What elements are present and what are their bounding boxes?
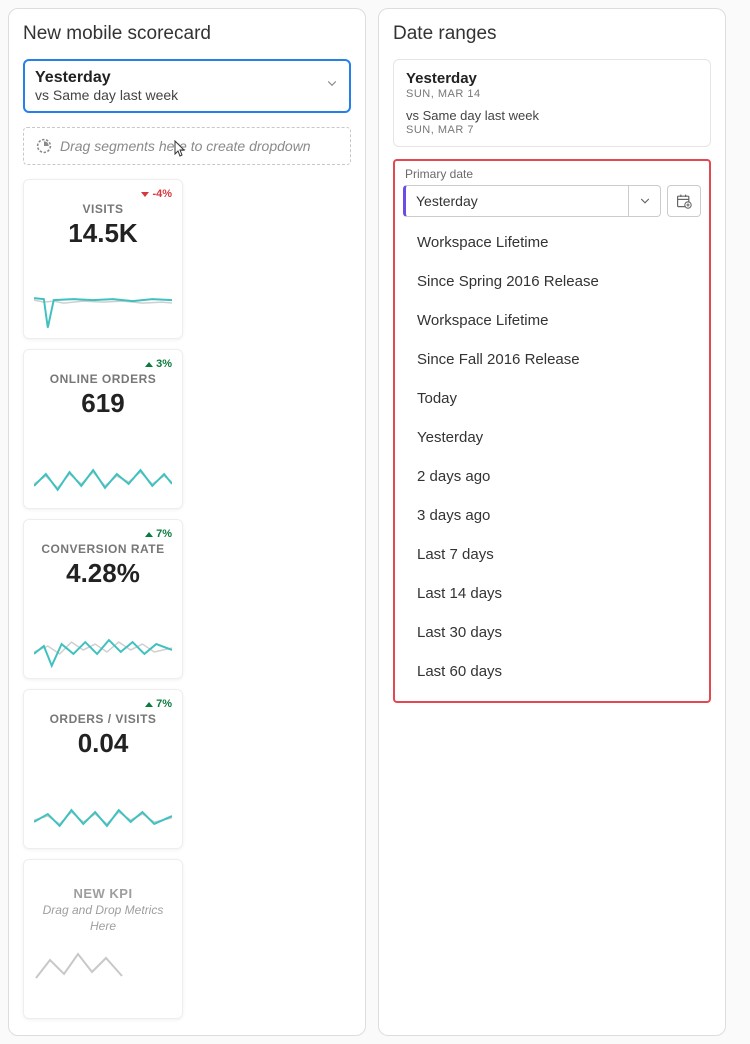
trend-badge: 7% bbox=[145, 698, 172, 710]
date-option[interactable]: Since Spring 2016 Release bbox=[403, 262, 701, 301]
date-range-summary[interactable]: Yesterday SUN, MAR 14 vs Same day last w… bbox=[393, 59, 711, 147]
scorecard-title: New mobile scorecard bbox=[23, 23, 351, 45]
chevron-down-icon bbox=[628, 186, 660, 216]
date-range-secondary: vs Same day last week bbox=[35, 87, 339, 103]
summary-compare-sub: SUN, MAR 7 bbox=[406, 124, 698, 136]
date-option[interactable]: Workspace Lifetime bbox=[403, 223, 701, 262]
date-ranges-title: Date ranges bbox=[393, 23, 711, 45]
summary-primary-sub: SUN, MAR 14 bbox=[406, 88, 698, 100]
metric-value: 0.04 bbox=[34, 728, 172, 759]
metric-card-conversion-rate[interactable]: 7% CONVERSION RATE 4.28% bbox=[23, 519, 183, 679]
metric-label: ORDERS / VISITS bbox=[34, 712, 172, 726]
primary-date-options: Workspace Lifetime Since Spring 2016 Rel… bbox=[403, 223, 701, 691]
calendar-add-button[interactable] bbox=[667, 185, 701, 217]
cursor-icon bbox=[174, 140, 188, 161]
date-option[interactable]: Yesterday bbox=[403, 418, 701, 457]
date-option[interactable]: Last 30 days bbox=[403, 613, 701, 652]
metric-card-online-orders[interactable]: 3% ONLINE ORDERS 619 bbox=[23, 349, 183, 509]
date-ranges-panel: Date ranges Yesterday SUN, MAR 14 vs Sam… bbox=[378, 8, 726, 1036]
new-kpi-title: NEW KPI bbox=[34, 886, 172, 901]
scorecard-cards: -4% VISITS 14.5K 3% ONLINE ORDERS 619 bbox=[23, 179, 351, 1019]
primary-date-selected: Yesterday bbox=[406, 186, 628, 216]
metric-card-orders-visits[interactable]: 7% ORDERS / VISITS 0.04 bbox=[23, 689, 183, 849]
sparkline bbox=[34, 589, 172, 672]
date-option[interactable]: Last 60 days bbox=[403, 652, 701, 691]
new-kpi-subtitle: Drag and Drop Metrics Here bbox=[34, 903, 172, 934]
placeholder-sparkline-icon bbox=[34, 944, 124, 986]
date-range-primary: Yesterday bbox=[35, 69, 339, 87]
scorecard-panel: New mobile scorecard Yesterday vs Same d… bbox=[8, 8, 366, 1036]
new-kpi-placeholder[interactable]: NEW KPI Drag and Drop Metrics Here bbox=[23, 859, 183, 1019]
sparkline bbox=[34, 759, 172, 842]
metric-value: 14.5K bbox=[34, 218, 172, 249]
sparkline bbox=[34, 249, 172, 332]
trend-badge: -4% bbox=[141, 188, 172, 200]
metric-value: 619 bbox=[34, 388, 172, 419]
date-option[interactable]: 2 days ago bbox=[403, 457, 701, 496]
metric-label: CONVERSION RATE bbox=[34, 542, 172, 556]
date-option[interactable]: 3 days ago bbox=[403, 496, 701, 535]
primary-date-select[interactable]: Yesterday bbox=[403, 185, 661, 217]
trend-badge: 7% bbox=[145, 528, 172, 540]
metric-value: 4.28% bbox=[34, 558, 172, 589]
date-option[interactable]: Workspace Lifetime bbox=[403, 301, 701, 340]
summary-primary: Yesterday bbox=[406, 70, 698, 87]
segment-icon bbox=[36, 138, 52, 154]
trend-badge: 3% bbox=[145, 358, 172, 370]
metric-label: VISITS bbox=[34, 202, 172, 216]
metric-card-visits[interactable]: -4% VISITS 14.5K bbox=[23, 179, 183, 339]
date-option[interactable]: Last 7 days bbox=[403, 535, 701, 574]
date-option[interactable]: Last 14 days bbox=[403, 574, 701, 613]
primary-date-label: Primary date bbox=[405, 167, 701, 181]
date-option[interactable]: Today bbox=[403, 379, 701, 418]
segment-dropzone[interactable]: Drag segments here to create dropdown bbox=[23, 127, 351, 165]
date-option[interactable]: Since Fall 2016 Release bbox=[403, 340, 701, 379]
calendar-plus-icon bbox=[676, 193, 692, 209]
primary-date-section: Primary date Yesterday bbox=[393, 159, 711, 703]
chevron-down-icon bbox=[325, 77, 339, 96]
summary-compare: vs Same day last week bbox=[406, 108, 698, 123]
metric-label: ONLINE ORDERS bbox=[34, 372, 172, 386]
date-range-selector[interactable]: Yesterday vs Same day last week bbox=[23, 59, 351, 113]
sparkline bbox=[34, 419, 172, 502]
